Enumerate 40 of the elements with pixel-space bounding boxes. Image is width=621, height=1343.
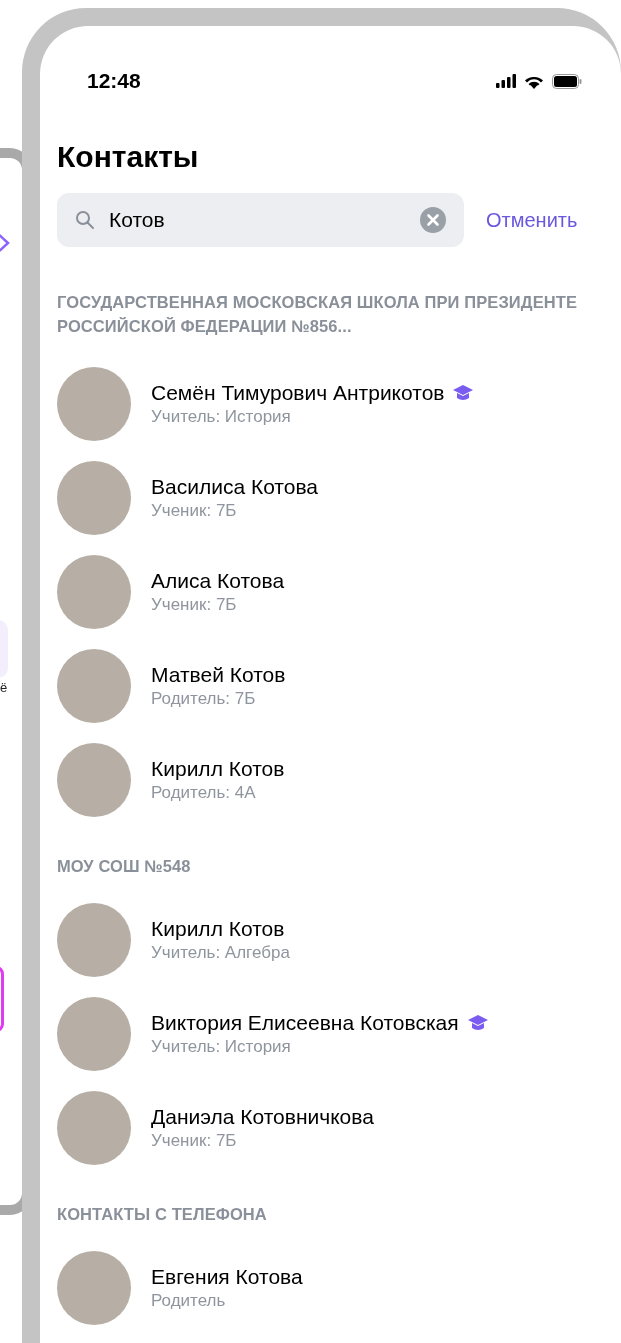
contact-row[interactable]: Матвей Котов Родитель: 7Б (57, 638, 621, 733)
page-title: Контакты (57, 140, 200, 173)
contact-name: Матвей Котов (151, 661, 286, 688)
contact-subtitle: Учитель: Алгебра (151, 941, 290, 964)
fragment-text: ё (0, 679, 8, 697)
search-icon (75, 210, 95, 230)
contact-row[interactable]: Евгения Котова Родитель (57, 1240, 621, 1335)
search-field[interactable]: Котов (57, 193, 464, 247)
contact-row[interactable]: Семён Тимурович Антрикотов Учитель: История (57, 356, 621, 451)
contact-row[interactable]: Виктория Елисеевна Котовская Учитель: История (57, 986, 621, 1081)
contact-row[interactable]: Даниэла Котовничкова Ученик: 7Б (57, 1080, 621, 1175)
contact-subtitle: Родитель: 7Б (151, 687, 257, 710)
contact-name: Кирилл Котов (151, 755, 285, 782)
section-header: КОНТАКТЫ С ТЕЛЕФОНА (57, 1203, 268, 1225)
contact-subtitle: Родитель: 4А (151, 781, 257, 804)
contact-subtitle: Родитель (151, 1289, 227, 1312)
contact-row[interactable]: Василиса Котова Ученик: 7Б (57, 450, 621, 545)
cancel-button[interactable]: Отменить (486, 205, 578, 235)
contact-subtitle: Учитель: История (151, 405, 292, 428)
contact-row[interactable]: Кирилл Котов Учитель: Алгебра (57, 892, 621, 987)
contact-subtitle: Учитель: История (151, 1035, 292, 1058)
contact-subtitle: Ученик: 7Б (151, 499, 238, 522)
contact-name: Кирилл Котов (151, 915, 285, 942)
section-header: ГОСУДАРСТВЕННАЯ МОСКОВСКАЯ ШКОЛА ПРИ ПРЕЗИДЕНТЕ РОССИЙСКОЙ ФЕДЕРАЦИИ №856... (57, 292, 579, 337)
signal-icon (496, 74, 516, 88)
contact-subtitle: Ученик: 7Б (151, 1129, 238, 1152)
contact-name: Василиса Котова (151, 473, 319, 500)
battery-icon (552, 73, 582, 89)
contact-row[interactable]: Алиса Котова Ученик: 7Б (57, 544, 621, 639)
section-header: МОУ СОШ №548 (57, 855, 192, 877)
contact-row[interactable]: Кирилл Котов Родитель: 4А (57, 732, 621, 827)
clear-icon[interactable] (420, 207, 446, 233)
contact-name: Даниэла Котовничкова (151, 1103, 374, 1130)
contact-subtitle: Ученик: 7Б (151, 593, 238, 616)
status-time: 12:48 (87, 68, 141, 95)
search-input[interactable]: Котов (107, 203, 408, 237)
contact-name: Виктория Елисеевна Котовская (151, 1009, 459, 1036)
contact-name: Евгения Котова (151, 1263, 303, 1290)
contact-name: Семён Тимурович Антрикотов (151, 379, 445, 406)
contact-name: Алиса Котова (151, 567, 285, 594)
